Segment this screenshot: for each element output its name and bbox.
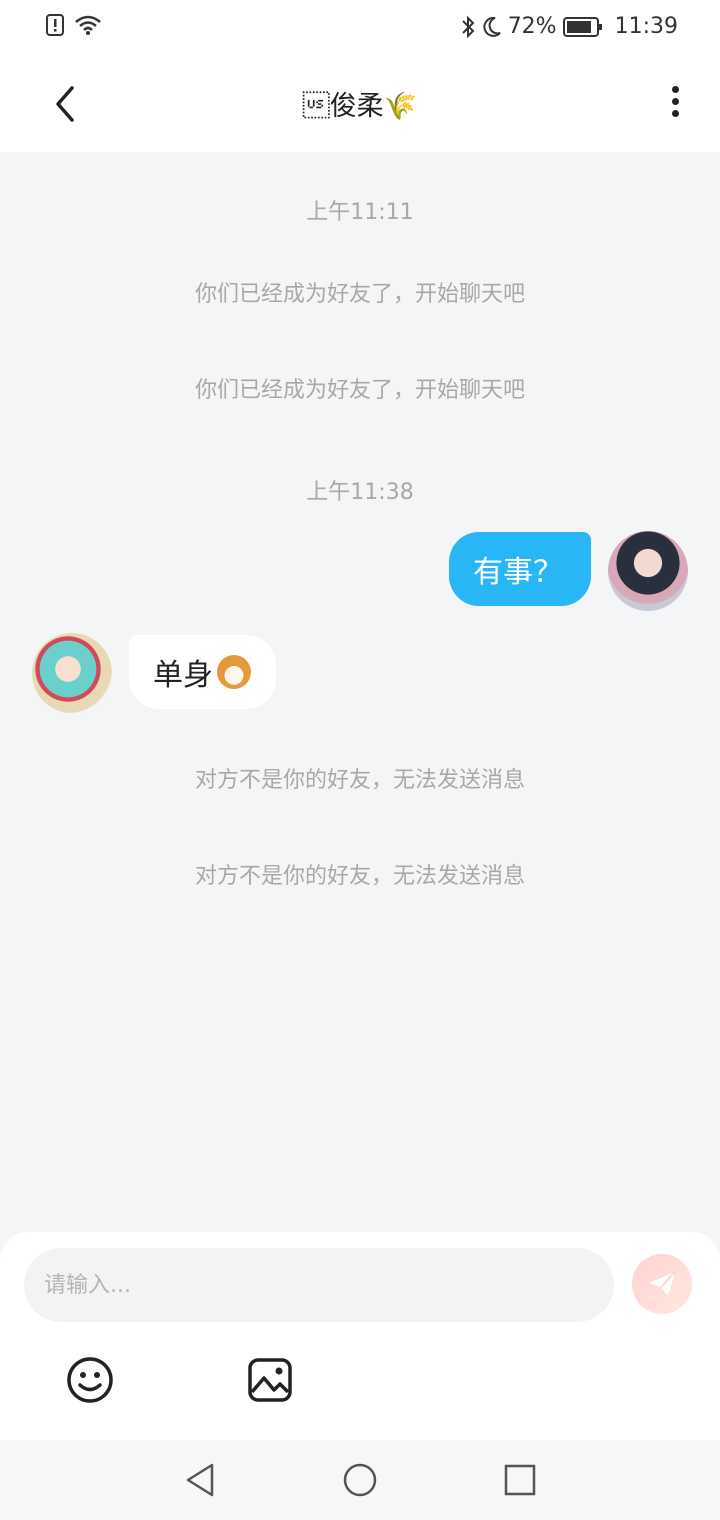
system-nav-bar bbox=[0, 1440, 720, 1520]
more-button[interactable] bbox=[660, 82, 690, 126]
incoming-message-text: 单身 bbox=[153, 658, 213, 693]
paper-plane-icon bbox=[649, 1271, 676, 1296]
triangle-back-icon bbox=[186, 1463, 214, 1497]
chat-title: 俊柔🌾 bbox=[302, 91, 418, 122]
chat-header: 俊柔🌾 bbox=[0, 56, 720, 152]
outgoing-message-bubble[interactable]: 有事？ bbox=[449, 532, 591, 606]
notice-message-1: 对方不是你的好友，无法发送消息 bbox=[194, 768, 525, 793]
status-bar: 72% 11:39 bbox=[0, 0, 720, 56]
send-button[interactable] bbox=[632, 1254, 692, 1314]
outgoing-message-text: 有事？ bbox=[473, 555, 563, 590]
smiley-icon bbox=[67, 1357, 113, 1403]
square-recents-icon bbox=[504, 1464, 536, 1496]
nav-back-button[interactable] bbox=[182, 1462, 218, 1498]
emoji-button[interactable] bbox=[66, 1356, 114, 1404]
battery-percent: 72% bbox=[507, 14, 557, 39]
system-message-1: 你们已经成为好友了，开始聊天吧 bbox=[194, 282, 525, 307]
wifi-icon bbox=[75, 15, 101, 35]
incoming-message-bubble[interactable]: 单身 bbox=[129, 635, 276, 709]
battery-icon bbox=[562, 16, 602, 37]
status-right: 72% 11:39 bbox=[460, 14, 678, 39]
contact-avatar[interactable] bbox=[32, 633, 112, 713]
dog-emoji-icon bbox=[217, 655, 251, 689]
sim-alert-icon bbox=[46, 14, 64, 36]
timestamp-1: 上午11:11 bbox=[306, 200, 414, 225]
bluetooth-icon bbox=[461, 15, 475, 38]
notice-message-2: 对方不是你的好友，无法发送消息 bbox=[194, 864, 525, 889]
status-left bbox=[46, 14, 102, 36]
nav-home-button[interactable] bbox=[342, 1462, 378, 1498]
more-vertical-icon bbox=[671, 86, 679, 93]
moon-icon bbox=[483, 16, 501, 37]
input-panel bbox=[0, 1232, 720, 1440]
image-button[interactable] bbox=[246, 1356, 294, 1404]
message-input[interactable] bbox=[24, 1248, 614, 1322]
nav-recents-button[interactable] bbox=[502, 1462, 538, 1498]
circle-home-icon bbox=[343, 1463, 377, 1497]
message-list[interactable]: 上午11:11 你们已经成为好友了，开始聊天吧 你们已经成为好友了，开始聊天吧 … bbox=[0, 152, 720, 1232]
system-message-2: 你们已经成为好友了，开始聊天吧 bbox=[194, 378, 525, 403]
image-icon bbox=[248, 1358, 292, 1402]
timestamp-2: 上午11:38 bbox=[306, 480, 414, 505]
my-avatar[interactable] bbox=[608, 531, 688, 611]
status-time: 11:39 bbox=[614, 14, 678, 39]
